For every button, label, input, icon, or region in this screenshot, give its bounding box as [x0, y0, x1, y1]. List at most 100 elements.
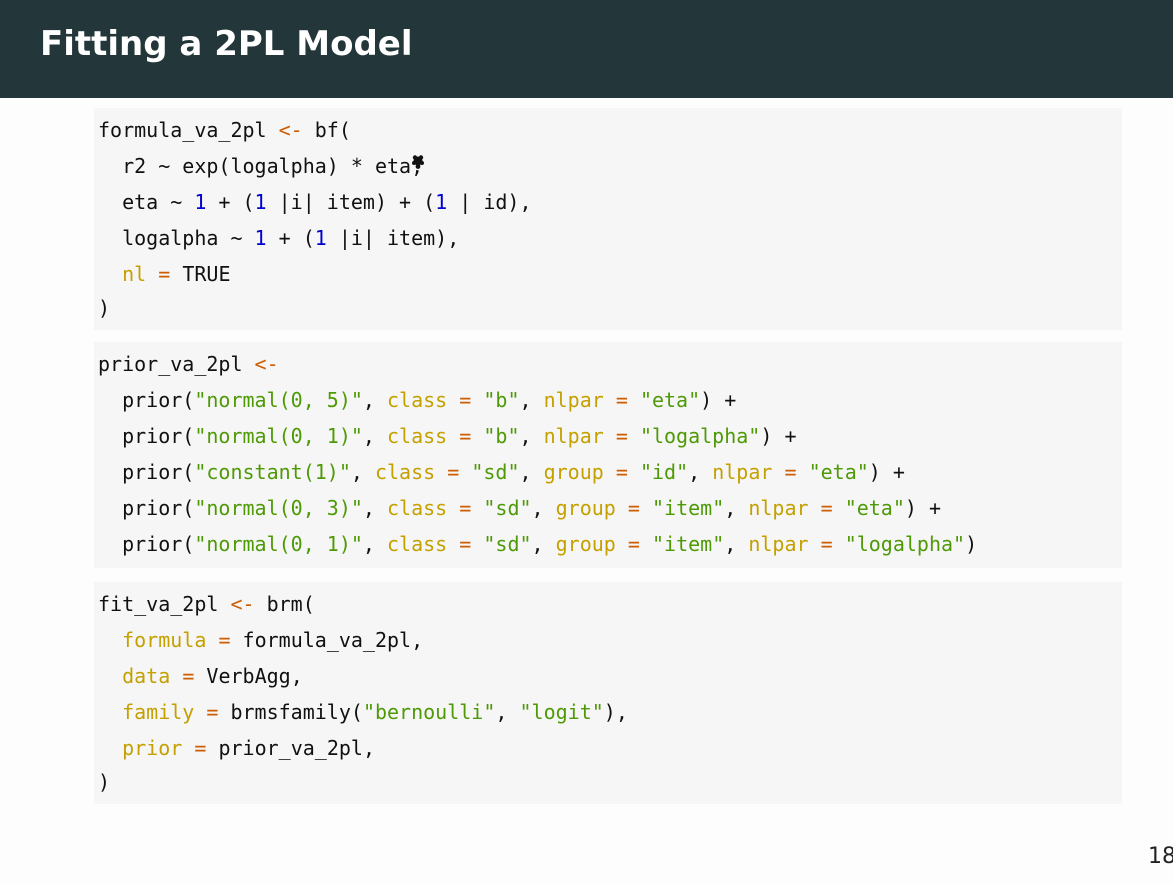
code-token-str: "constant(1)" [194, 460, 351, 484]
code-line: formula_va_2pl <- bf( [98, 112, 351, 148]
code-token-plain: ), [603, 700, 628, 724]
code-line: formula = formula_va_2pl, [98, 622, 423, 658]
code-token-plain: TRUE [170, 262, 231, 286]
code-token-plain: , [362, 496, 387, 520]
code-token-arg: group [543, 460, 604, 484]
code-token-str: "normal(0, 5)" [194, 388, 363, 412]
code-token-plain: + ( [206, 190, 255, 214]
code-token-str: "eta" [844, 496, 905, 520]
code-token-plain: VerbAgg, [194, 664, 303, 688]
code-token-str: "logalpha" [844, 532, 966, 556]
code-token-arg: prior [122, 736, 183, 760]
code-line: eta ~ 1 + (1 |i| item) + (1 | id), [98, 184, 532, 220]
code-line: prior("normal(0, 5)", class = "b", nlpar… [98, 382, 736, 418]
code-token-arg: data [122, 664, 171, 688]
code-token-op: <- [230, 592, 255, 616]
code-token-plain: , [688, 460, 713, 484]
code-line: prior("constant(1)", class = "sd", group… [98, 454, 905, 490]
code-token-op: = [218, 628, 231, 652]
code-token-arg: class [387, 532, 448, 556]
code-line: prior_va_2pl <- [98, 346, 279, 382]
code-token-arg: nlpar [712, 460, 773, 484]
code-token-op: = [615, 388, 628, 412]
code-token-plain: |i| item), [326, 226, 460, 250]
code-token-op: = [459, 532, 472, 556]
code-token-plain: ) [98, 296, 111, 320]
code-token-str: "normal(0, 1)" [194, 424, 363, 448]
code-token-op: = [182, 664, 195, 688]
code-token-str: "normal(0, 3)" [194, 496, 363, 520]
code-token-arg: group [555, 496, 616, 520]
code-token-plain: , [724, 532, 749, 556]
code-line: ) [98, 764, 110, 800]
code-token-plain: fit_va_2pl [98, 592, 231, 616]
code-token-plain: , [362, 532, 387, 556]
code-token-str: "item" [651, 532, 725, 556]
code-block-formula: formula_va_2pl <- bf( r2 ~ exp(logalpha)… [94, 108, 1122, 330]
code-token-str: "b" [483, 424, 520, 448]
code-token-num: 1 [254, 226, 267, 250]
code-token-arg: group [555, 532, 616, 556]
code-token-str: "logalpha" [639, 424, 761, 448]
code-token-plain: | id), [447, 190, 532, 214]
code-token-op: = [194, 736, 207, 760]
title-bar: Fitting a 2PL Model [0, 0, 1173, 98]
code-token-op: = [627, 532, 640, 556]
code-token-plain: , [724, 496, 749, 520]
code-token-plain: prior( [98, 424, 195, 448]
code-token-plain: prior( [98, 532, 195, 556]
code-token-str: "normal(0, 1)" [194, 532, 363, 556]
mouse-pointer-icon [412, 155, 424, 169]
code-token-plain: ) + [700, 388, 737, 412]
code-line: prior("normal(0, 1)", class = "b", nlpar… [98, 418, 796, 454]
code-line: logalpha ~ 1 + (1 |i| item), [98, 220, 459, 256]
code-token-plain: ) + [868, 460, 905, 484]
code-token-arg: nlpar [543, 424, 604, 448]
code-token-str: "eta" [808, 460, 869, 484]
code-token-num: 1 [435, 190, 448, 214]
slide: Fitting a 2PL Model formula_va_2pl <- bf… [0, 0, 1173, 883]
code-token-str: "sd" [483, 496, 532, 520]
code-line: fit_va_2pl <- brm( [98, 586, 315, 622]
code-token-plain: , [519, 460, 544, 484]
code-token-plain: , [350, 460, 375, 484]
code-token-op: = [206, 700, 219, 724]
code-token-arg: family [122, 700, 195, 724]
code-token-str: "sd" [471, 460, 520, 484]
code-token-plain: , [362, 424, 387, 448]
code-token-arg: class [374, 460, 436, 484]
code-token-plain: brm( [254, 592, 315, 616]
code-token-str: "bernoulli" [362, 700, 496, 724]
code-token-plain: formula_va_2pl, [230, 628, 424, 652]
code-token-plain: eta ~ [98, 190, 195, 214]
code-token-plain: brmsfamily( [218, 700, 363, 724]
code-token-plain: bf( [302, 118, 351, 142]
code-line: data = VerbAgg, [98, 658, 303, 694]
code-token-op: = [820, 532, 833, 556]
code-token-str: "logit" [519, 700, 604, 724]
